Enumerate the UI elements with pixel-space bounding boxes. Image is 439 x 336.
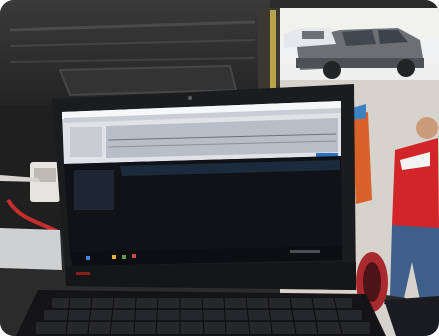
door-pillar [258, 8, 280, 93]
preview-panel [70, 127, 102, 157]
pillar-stripe [270, 10, 276, 90]
logo-icon [76, 272, 90, 275]
side-panel [74, 170, 114, 210]
lower-bezel [66, 262, 356, 290]
webcam-icon [187, 95, 193, 101]
scene [0, 0, 439, 336]
laptop-screen [62, 101, 342, 266]
photo [0, 0, 439, 336]
